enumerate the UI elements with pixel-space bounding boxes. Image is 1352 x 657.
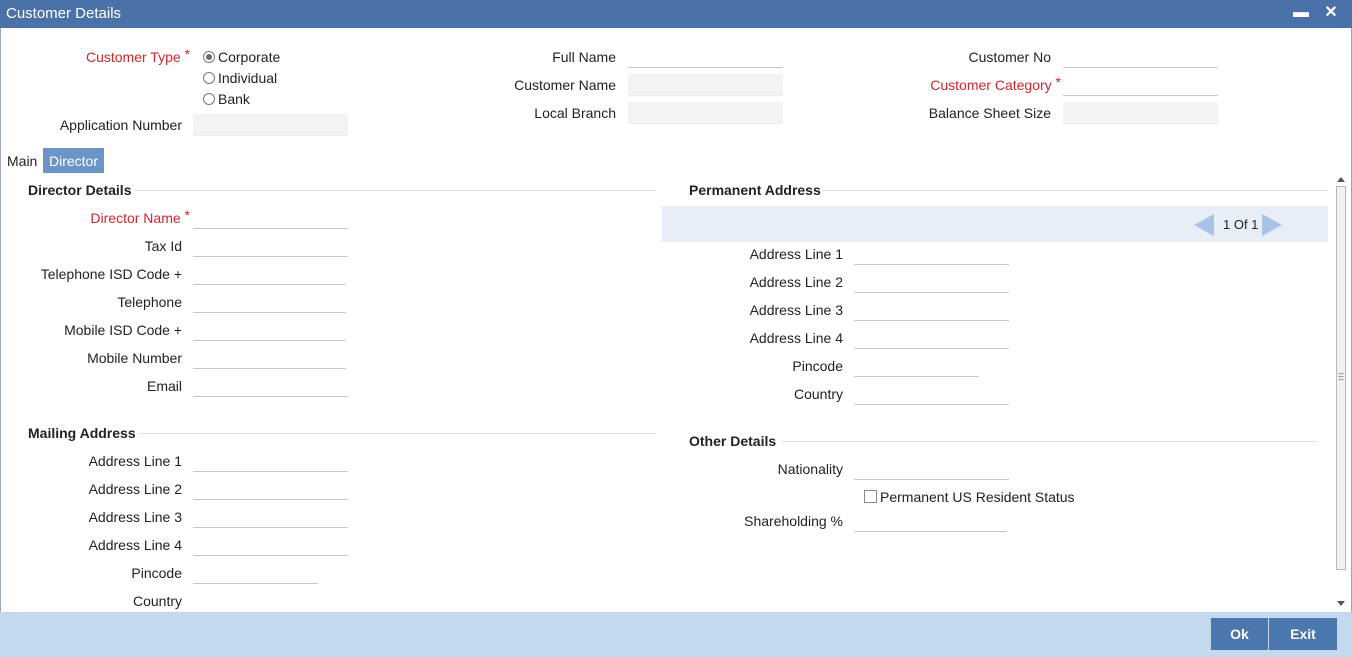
mobile-isd-field[interactable] — [193, 319, 346, 341]
email-field[interactable] — [193, 375, 348, 397]
ok-button[interactable]: Ok — [1211, 618, 1268, 650]
mobile-isd-label: Mobile ISD Code + — [64, 322, 182, 338]
telephone-isd-label: Telephone ISD Code + — [40, 266, 182, 282]
shareholding-label: Shareholding % — [744, 513, 843, 529]
mailing-address-title: Mailing Address — [28, 425, 136, 441]
email-label: Email — [146, 378, 182, 394]
radio-icon — [203, 93, 215, 105]
permanent-line1-label: Address Line 1 — [749, 246, 843, 262]
permanent-line4-label: Address Line 4 — [749, 330, 843, 346]
minimize-button[interactable]: ▬ — [1289, 0, 1313, 28]
tab-main[interactable]: Main — [1, 148, 43, 173]
customer-type-corporate-radio[interactable]: Corporate — [203, 49, 280, 65]
nationality-label: Nationality — [777, 461, 843, 477]
customer-no-field[interactable] — [1063, 46, 1218, 68]
section-divider — [823, 190, 1328, 191]
footer-bar — [0, 612, 1352, 657]
customer-type-label: Customer Type — [86, 49, 190, 65]
previous-arrow-icon[interactable] — [1194, 214, 1214, 236]
mailing-line4-field[interactable] — [193, 534, 348, 556]
customer-category-label: Customer Category — [930, 77, 1061, 93]
permanent-line3-field[interactable] — [854, 299, 1009, 321]
telephone-isd-field[interactable] — [193, 263, 346, 285]
tax-id-label: Tax Id — [144, 238, 182, 254]
local-branch-field[interactable] — [628, 102, 783, 124]
permanent-line2-label: Address Line 2 — [749, 274, 843, 290]
radio-icon — [203, 72, 215, 84]
us-resident-checkbox[interactable] — [864, 490, 877, 503]
permanent-line2-field[interactable] — [854, 271, 1009, 293]
balance-sheet-size-label: Balance Sheet Size — [928, 105, 1051, 121]
section-divider — [781, 441, 1318, 442]
next-arrow-icon[interactable] — [1262, 214, 1282, 236]
mobile-number-field[interactable] — [193, 347, 346, 369]
section-divider — [134, 190, 656, 191]
customer-type-individual-radio[interactable]: Individual — [203, 70, 277, 86]
scroll-down-icon[interactable] — [1337, 601, 1345, 606]
radio-selected-icon — [203, 51, 215, 63]
us-resident-label: Permanent US Resident Status — [880, 489, 1075, 505]
permanent-line1-field[interactable] — [854, 243, 1009, 265]
customer-no-label: Customer No — [968, 49, 1051, 65]
section-divider — [138, 433, 656, 434]
local-branch-label: Local Branch — [534, 105, 616, 121]
vertical-scrollbar[interactable]: – – – — [1334, 174, 1348, 610]
full-name-label: Full Name — [552, 49, 616, 65]
mailing-line4-label: Address Line 4 — [88, 537, 182, 553]
permanent-country-field[interactable] — [854, 383, 1009, 405]
tab-director[interactable]: Director — [43, 148, 105, 173]
permanent-pincode-field[interactable] — [854, 355, 979, 377]
mailing-line2-field[interactable] — [193, 478, 348, 500]
close-button[interactable]: ✕ — [1319, 0, 1343, 28]
window-titlebar: Customer Details ▬ ✕ — [0, 0, 1352, 28]
customer-category-field[interactable] — [1063, 74, 1218, 96]
permanent-line4-field[interactable] — [854, 327, 1009, 349]
mailing-line1-label: Address Line 1 — [88, 453, 182, 469]
grip-icon: – – – — [1338, 368, 1344, 384]
telephone-field[interactable] — [193, 291, 346, 313]
scroll-up-icon[interactable] — [1337, 177, 1345, 182]
window-title: Customer Details — [6, 5, 122, 22]
permanent-country-label: Country — [793, 386, 843, 402]
mailing-pincode-label: Pincode — [131, 565, 182, 581]
director-name-label: Director Name — [90, 210, 190, 226]
customer-name-label: Customer Name — [514, 77, 616, 93]
other-details-title: Other Details — [689, 433, 777, 449]
mailing-line3-field[interactable] — [193, 506, 348, 528]
pager-text: 1 Of 1 — [1223, 217, 1259, 232]
telephone-label: Telephone — [117, 294, 182, 310]
exit-button[interactable]: Exit — [1269, 618, 1337, 650]
application-number-label: Application Number — [59, 117, 182, 133]
mobile-number-label: Mobile Number — [87, 350, 182, 366]
permanent-pincode-label: Pincode — [792, 358, 843, 374]
mailing-line1-field[interactable] — [193, 450, 348, 472]
nationality-field[interactable] — [854, 458, 1009, 480]
balance-sheet-size-field[interactable] — [1063, 102, 1218, 124]
customer-name-field[interactable] — [628, 74, 783, 96]
mailing-country-label: Country — [132, 593, 182, 609]
tax-id-field[interactable] — [193, 235, 348, 257]
director-details-title: Director Details — [28, 182, 132, 198]
director-name-field[interactable] — [193, 207, 348, 229]
permanent-line3-label: Address Line 3 — [749, 302, 843, 318]
full-name-field[interactable] — [628, 46, 783, 68]
mailing-pincode-field[interactable] — [193, 562, 318, 584]
mailing-line3-label: Address Line 3 — [88, 509, 182, 525]
permanent-address-title: Permanent Address — [689, 182, 821, 198]
mailing-line2-label: Address Line 2 — [88, 481, 182, 497]
application-number-field[interactable] — [193, 114, 348, 136]
shareholding-field[interactable] — [854, 510, 1007, 532]
customer-type-bank-radio[interactable]: Bank — [203, 91, 250, 107]
